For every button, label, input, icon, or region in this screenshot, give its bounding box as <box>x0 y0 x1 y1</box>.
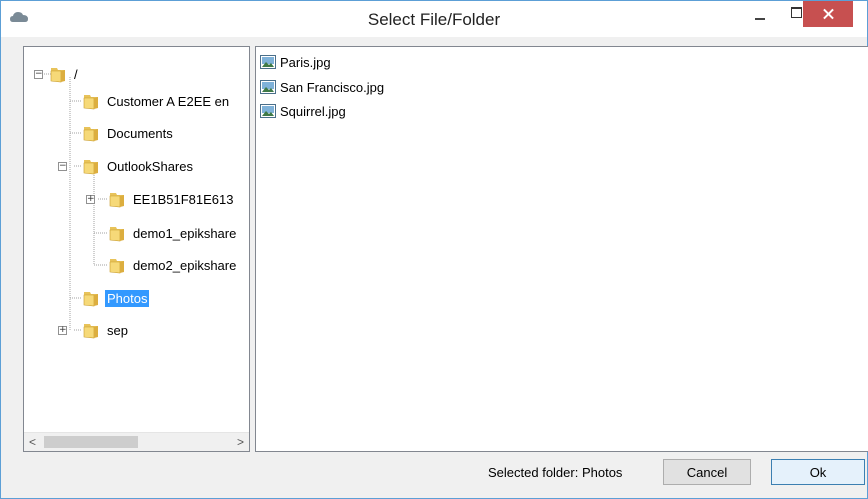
title-bar: Select File/Folder <box>1 1 867 37</box>
image-file-icon <box>260 104 276 118</box>
tree-item-documents[interactable]: Documents <box>82 123 175 143</box>
folder-icon <box>108 190 126 208</box>
file-list[interactable]: Paris.jpg San Francisco.jpg Squirrel.jpg <box>255 46 868 452</box>
expand-icon[interactable]: + <box>86 194 95 204</box>
dialog-window: Select File/Folder − / Customer A E2EE e… <box>0 0 868 499</box>
scroll-right-icon[interactable]: > <box>232 433 249 451</box>
image-file-icon <box>260 55 276 69</box>
status-bar: Selected folder: Photos Cancel Ok <box>1 454 867 498</box>
scroll-left-icon[interactable]: < <box>24 433 41 451</box>
folder-icon <box>82 124 100 142</box>
tree-item-label: Documents <box>107 125 173 141</box>
folder-icon <box>49 65 67 83</box>
file-item-squirrel[interactable]: Squirrel.jpg <box>260 102 346 120</box>
collapse-icon[interactable]: − <box>34 69 43 79</box>
tree-item-outlookshares[interactable]: − OutlookShares <box>58 156 195 176</box>
collapse-icon[interactable]: − <box>58 161 67 171</box>
image-file-icon <box>260 80 276 94</box>
tree-item-label: / <box>74 66 78 82</box>
horizontal-scrollbar[interactable]: < > <box>24 432 249 451</box>
ok-button[interactable]: Ok <box>771 459 865 485</box>
folder-icon <box>82 321 100 339</box>
selected-folder-text: Selected folder: Photos <box>488 465 623 480</box>
folder-icon <box>108 224 126 242</box>
folder-icon <box>108 256 126 274</box>
folder-tree[interactable]: − / Customer A E2EE en Documents − Outlo… <box>23 46 250 452</box>
tree-item-label: demo1_epikshare <box>133 225 237 241</box>
tree-item-label: demo2_epikshare <box>133 257 237 273</box>
tree-item-customer-a[interactable]: Customer A E2EE en <box>82 91 231 111</box>
window-title: Select File/Folder <box>367 10 501 29</box>
folder-icon <box>82 92 100 110</box>
tree-item-label: sep <box>107 322 128 338</box>
tree-item-label: EE1B51F81E613 <box>133 191 234 207</box>
tree-item-demo2[interactable]: demo2_epikshare <box>108 255 238 275</box>
file-item-san-francisco[interactable]: San Francisco.jpg <box>260 78 384 96</box>
cancel-button[interactable]: Cancel <box>663 459 751 485</box>
tree-item-label: Customer A E2EE en <box>107 93 230 109</box>
tree-item-photos[interactable]: Photos <box>82 288 150 308</box>
tree-item-label: Photos <box>105 289 150 307</box>
close-button[interactable] <box>803 1 853 27</box>
scroll-thumb[interactable] <box>44 436 138 448</box>
tree-item-label: OutlookShares <box>107 158 193 174</box>
tree-item-demo1[interactable]: demo1_epikshare <box>108 223 238 243</box>
file-item-label: San Francisco.jpg <box>280 79 385 95</box>
tree-item-ee1b51f81e613[interactable]: + EE1B51F81E613 <box>86 189 235 209</box>
tree-item-sep[interactable]: + sep <box>58 320 130 340</box>
file-item-paris[interactable]: Paris.jpg <box>260 53 331 71</box>
file-item-label: Paris.jpg <box>280 54 331 70</box>
expand-icon[interactable]: + <box>58 325 67 335</box>
folder-icon <box>82 289 100 307</box>
folder-icon <box>82 157 100 175</box>
tree-item-root[interactable]: − / <box>34 64 80 84</box>
minimize-button[interactable] <box>743 1 777 27</box>
file-item-label: Squirrel.jpg <box>280 103 346 119</box>
